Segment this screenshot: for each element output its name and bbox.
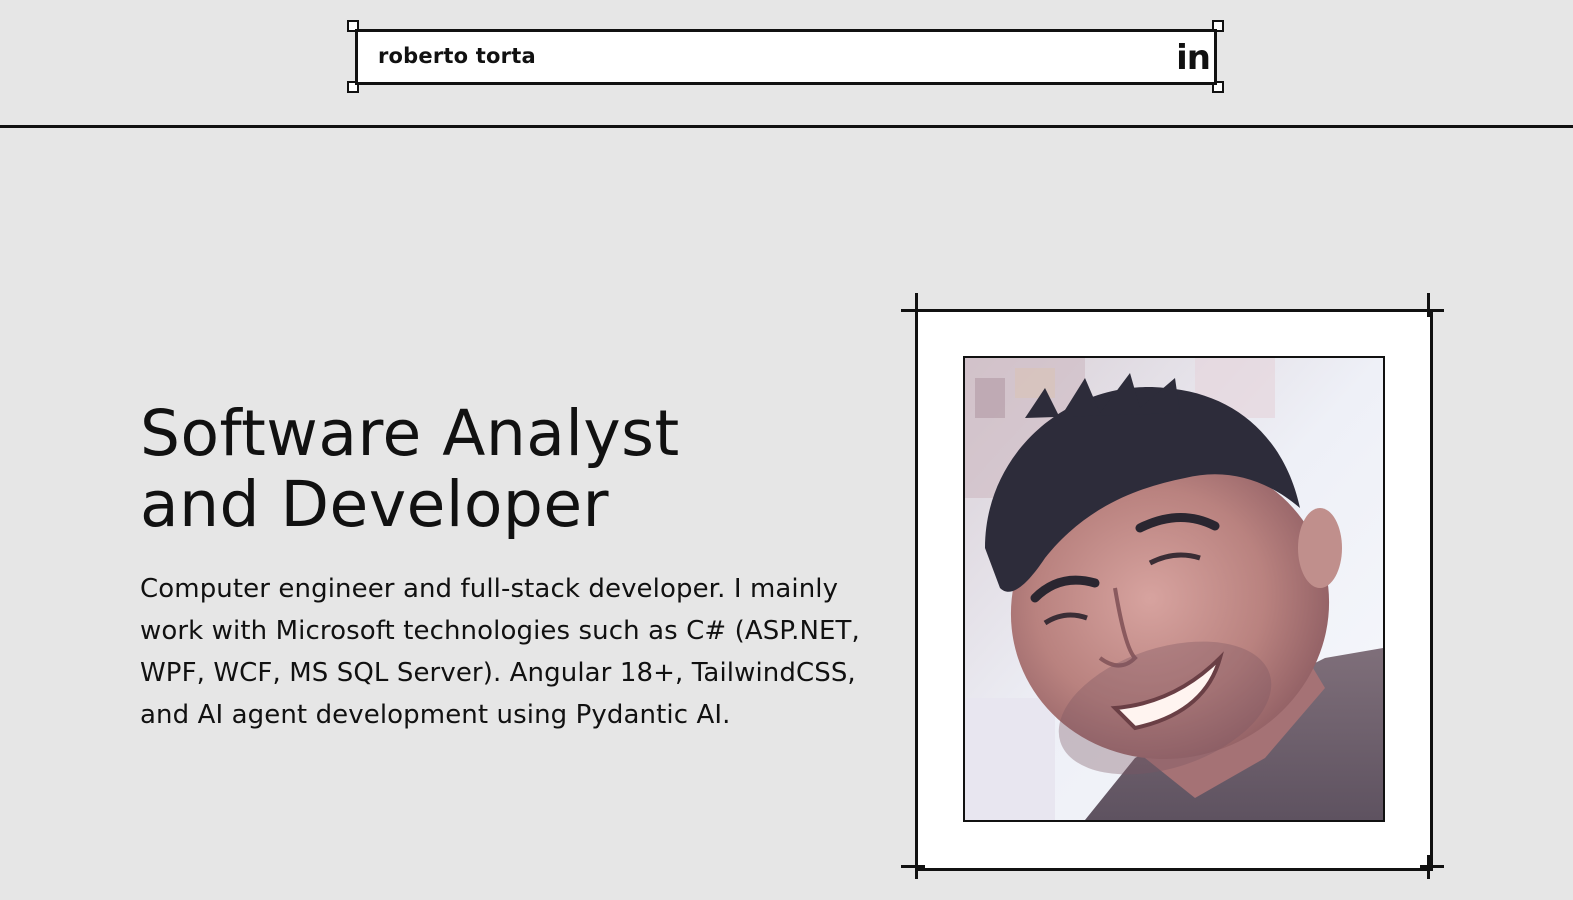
frame-tick-top-left-h <box>901 309 925 312</box>
hero-title-line-2: and Developer <box>140 468 610 541</box>
header-divider <box>0 125 1573 128</box>
linkedin-icon[interactable]: in <box>1176 38 1211 78</box>
frame-tick-top-right-h <box>1420 309 1444 312</box>
header-bar: roberto torta in <box>355 29 1217 85</box>
site-brand[interactable]: roberto torta <box>378 44 536 68</box>
hero-title-line-1: Software Analyst <box>140 397 680 470</box>
hero-title: Software Analyst and Developer <box>140 398 860 540</box>
frame-tick-bottom-left-h <box>901 865 925 868</box>
frame-tick-bottom-right-h <box>1420 865 1444 868</box>
frame-tick-top-right-v <box>1427 293 1430 317</box>
page: roberto torta in Software Analyst and De… <box>0 0 1573 900</box>
frame-tick-top-left-v <box>915 293 918 317</box>
profile-photo-icon <box>965 358 1383 820</box>
profile-photo <box>963 356 1385 822</box>
hero-description: Computer engineer and full-stack develop… <box>140 574 860 730</box>
